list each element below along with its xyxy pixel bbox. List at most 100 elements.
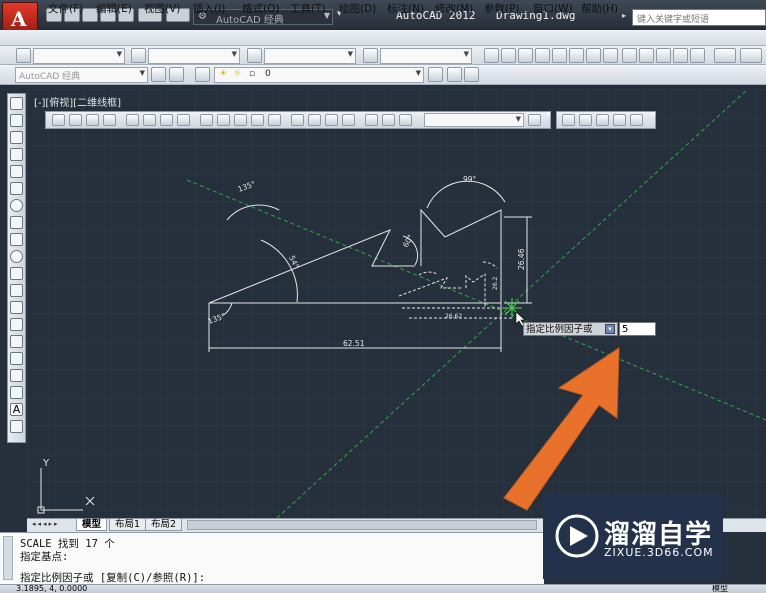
close-icon[interactable]: ×: [650, 110, 657, 119]
save-icon[interactable]: [518, 48, 533, 63]
menu-help[interactable]: 帮助(H): [581, 1, 618, 16]
text-style-combo[interactable]: ▼: [33, 48, 125, 64]
plot-icon[interactable]: [535, 48, 550, 63]
tab-layout2[interactable]: 布局2: [145, 519, 183, 531]
quick-dim-icon[interactable]: [200, 114, 213, 126]
construction-line-icon[interactable]: [10, 114, 23, 127]
text-style-tool-icon[interactable]: [562, 114, 575, 126]
command-window-grip[interactable]: [3, 536, 13, 580]
menu-dimension[interactable]: 标注(N): [387, 1, 424, 16]
close-icon[interactable]: ×: [545, 110, 552, 119]
tab-model[interactable]: 模型: [76, 519, 108, 531]
polyline-icon[interactable]: [10, 131, 23, 144]
radius-dim-icon[interactable]: [126, 114, 139, 126]
search-input[interactable]: 键入关键字或短语: [632, 9, 766, 26]
layer-combo[interactable]: ☀ ☼ ▫ 0 ▼: [214, 67, 424, 83]
workspace-settings-icon[interactable]: [151, 67, 166, 82]
dim-text-edit-icon[interactable]: [382, 114, 395, 126]
menu-insert[interactable]: 插入(I): [193, 1, 225, 16]
dim-style-icon[interactable]: [131, 48, 146, 63]
region-icon[interactable]: [10, 369, 23, 382]
spline-icon[interactable]: [10, 233, 23, 246]
gradient-icon[interactable]: [10, 352, 23, 365]
dim-break-icon[interactable]: [268, 114, 281, 126]
text-justify-icon[interactable]: [613, 114, 626, 126]
make-block-icon[interactable]: [10, 301, 23, 314]
menu-modify[interactable]: 修改(M): [435, 1, 473, 16]
make-current-layer-icon[interactable]: [428, 67, 443, 82]
insert-block-icon[interactable]: [10, 284, 23, 297]
tolerance-icon[interactable]: [291, 114, 304, 126]
layer-state-icon[interactable]: [447, 67, 462, 82]
ellipse-arc-icon[interactable]: [10, 267, 23, 280]
aligned-dim-icon[interactable]: [69, 114, 82, 126]
menu-draw[interactable]: 绘图(D): [339, 1, 376, 16]
save-workspace-icon[interactable]: [169, 67, 184, 82]
menu-window[interactable]: 窗口(W): [533, 1, 573, 16]
jogged-linear-icon[interactable]: [342, 114, 355, 126]
match-properties-icon[interactable]: [673, 48, 688, 63]
workspace-combo[interactable]: AutoCAD 经典 ▼: [15, 67, 148, 83]
rectangle-icon[interactable]: [10, 165, 23, 178]
menu-bar-app-icon[interactable]: [7, 31, 37, 44]
dim-style-combo[interactable]: ▼: [148, 48, 240, 64]
table-icon[interactable]: [10, 386, 23, 399]
menu-tools[interactable]: 工具(T): [290, 1, 326, 16]
text-style-icon[interactable]: [16, 48, 31, 63]
menu-parametric[interactable]: 参数(P): [484, 1, 520, 16]
horizontal-scrollbar[interactable]: [187, 520, 537, 530]
dim-style-manager-icon[interactable]: [528, 114, 541, 126]
center-mark-icon[interactable]: [308, 114, 321, 126]
hatch-icon[interactable]: [10, 335, 23, 348]
point-icon[interactable]: [10, 318, 23, 331]
ellipse-icon[interactable]: [10, 250, 23, 263]
mleader-style-icon[interactable]: [363, 48, 378, 63]
cut-icon[interactable]: [622, 48, 637, 63]
search-expand-icon[interactable]: ▸: [622, 11, 626, 20]
inspection-icon[interactable]: [325, 114, 338, 126]
preview-icon[interactable]: [552, 48, 567, 63]
scale-factor-input[interactable]: 5: [619, 322, 656, 336]
menu-edit[interactable]: 编辑(E): [96, 1, 132, 16]
revcloud-icon[interactable]: [10, 216, 23, 229]
add-selected-icon[interactable]: [10, 420, 23, 433]
table-style-icon[interactable]: [247, 48, 262, 63]
drawing-canvas[interactable]: 135° 99° 54° 60° 135° 26.46 62.51 26.62 …: [27, 90, 766, 518]
new-icon[interactable]: [484, 48, 499, 63]
diameter-dim-icon[interactable]: [160, 114, 173, 126]
circle-icon[interactable]: [10, 199, 23, 212]
block-editor-icon[interactable]: [690, 48, 705, 63]
arc-icon[interactable]: [10, 182, 23, 195]
jogged-dim-icon[interactable]: [143, 114, 156, 126]
layer-properties-icon[interactable]: [195, 67, 210, 82]
baseline-dim-icon[interactable]: [217, 114, 230, 126]
ordinate-dim-icon[interactable]: [103, 114, 116, 126]
undo-icon[interactable]: [714, 48, 736, 63]
tab-layout1[interactable]: 布局1: [109, 519, 147, 531]
linear-dim-icon[interactable]: [52, 114, 65, 126]
mleader-style-combo[interactable]: ▼: [380, 48, 472, 64]
dim-update-icon[interactable]: [399, 114, 412, 126]
polygon-icon[interactable]: [10, 148, 23, 161]
menu-format[interactable]: 格式(O): [242, 1, 279, 16]
text-convert-icon[interactable]: [630, 114, 643, 126]
angular-dim-icon[interactable]: [177, 114, 190, 126]
table-style-combo[interactable]: ▼: [264, 48, 356, 64]
redo-icon[interactable]: [740, 48, 762, 63]
copy-icon[interactable]: [639, 48, 654, 63]
dim-space-icon[interactable]: [251, 114, 264, 126]
dim-edit-icon[interactable]: [365, 114, 378, 126]
model-space-indicator[interactable]: 模型: [712, 585, 728, 593]
dim-style-select[interactable]: ▼: [424, 113, 524, 127]
command-input-line[interactable]: 指定比例因子或 [复制(C)/参照(R)]:: [20, 570, 205, 585]
line-icon[interactable]: [10, 97, 23, 110]
viewport-label[interactable]: [-][俯视][二维线框]: [34, 94, 121, 109]
web-icon[interactable]: [603, 48, 618, 63]
options-down-icon[interactable]: ▾: [605, 324, 615, 334]
mtext-icon[interactable]: A: [10, 403, 23, 416]
tab-nav-arrows[interactable]: ◂◂◂▸▸: [32, 520, 60, 528]
continue-dim-icon[interactable]: [234, 114, 247, 126]
text-align-icon[interactable]: [579, 114, 592, 126]
text-scale-icon[interactable]: [596, 114, 609, 126]
3d-print-icon[interactable]: [586, 48, 601, 63]
